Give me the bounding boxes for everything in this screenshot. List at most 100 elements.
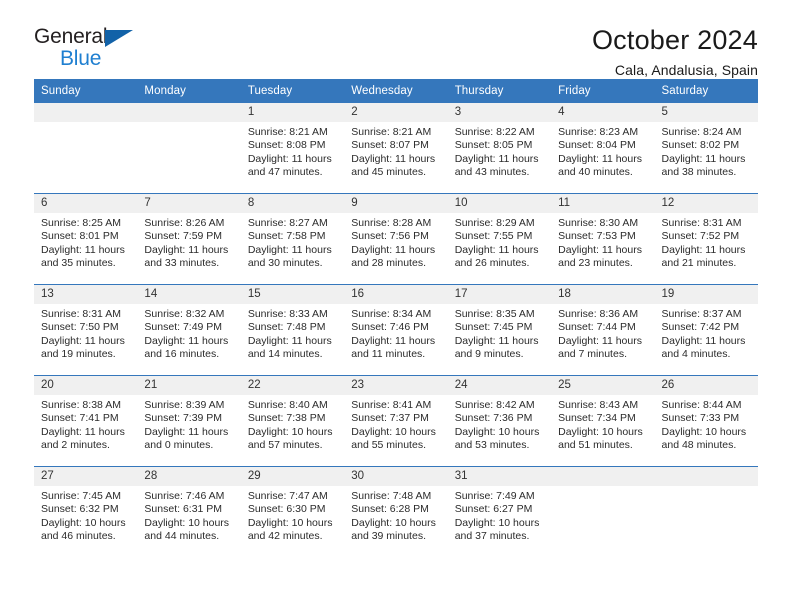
day-number: 18 bbox=[551, 285, 655, 304]
calendar-empty-cell bbox=[551, 466, 655, 557]
calendar-day-cell[interactable]: 27 Sunrise: 7:45 AM Sunset: 6:32 PM Dayligh… bbox=[34, 466, 138, 557]
calendar-day-cell[interactable]: 31 Sunrise: 7:49 AM Sunset: 6:27 PM Dayligh… bbox=[447, 466, 552, 557]
day-details: Sunrise: 8:26 AM Sunset: 7:59 PM Daylight:… bbox=[137, 213, 240, 284]
calendar-empty-cell bbox=[34, 103, 138, 194]
day-details: Sunrise: 8:25 AM Sunset: 8:01 PM Daylight:… bbox=[34, 213, 137, 284]
calendar-day-cell[interactable]: 23 Sunrise: 8:41 AM Sunset: 7:37 PM Dayligh… bbox=[344, 375, 448, 467]
daylight-duration-line1: Daylight: 11 hours bbox=[144, 243, 229, 256]
calendar-day-cell[interactable]: 3 Sunrise: 8:22 AM Sunset: 8:05 PM Daylight… bbox=[447, 103, 552, 194]
logo-triangle-icon bbox=[105, 30, 133, 47]
day-details: Sunrise: 8:31 AM Sunset: 7:50 PM Daylight:… bbox=[34, 304, 137, 375]
sunset-time: Sunset: 8:01 PM bbox=[41, 230, 119, 243]
daylight-duration-line1: Daylight: 11 hours bbox=[661, 152, 746, 165]
day-number: 2 bbox=[344, 103, 448, 122]
calendar-day-cell[interactable]: 1 Sunrise: 8:21 AM Sunset: 8:08 PM Daylight… bbox=[240, 103, 345, 194]
daylight-duration-line2: and 26 minutes. bbox=[454, 257, 530, 270]
daylight-duration-line2: and 16 minutes. bbox=[144, 348, 220, 361]
sunrise-time: Sunrise: 8:42 AM bbox=[454, 399, 535, 411]
weekday-header-row: Sunday Monday Tuesday Wednesday Thursday… bbox=[34, 79, 758, 103]
sunset-time: Sunset: 8:08 PM bbox=[247, 139, 326, 152]
day-number: 30 bbox=[344, 467, 448, 486]
daylight-duration-line1: Daylight: 10 hours bbox=[41, 516, 126, 529]
sunrise-time: Sunrise: 8:44 AM bbox=[661, 399, 742, 411]
calendar-day-cell[interactable]: 13 Sunrise: 8:31 AM Sunset: 7:50 PM Dayligh… bbox=[34, 284, 138, 376]
sunrise-time: Sunrise: 8:27 AM bbox=[247, 217, 328, 229]
calendar-day-cell[interactable]: 18 Sunrise: 8:36 AM Sunset: 7:44 PM Dayligh… bbox=[551, 284, 655, 376]
day-details: Sunrise: 8:43 AM Sunset: 7:34 PM Daylight:… bbox=[551, 395, 654, 466]
day-details: Sunrise: 8:28 AM Sunset: 7:56 PM Daylight:… bbox=[344, 213, 447, 284]
sunrise-time: Sunrise: 8:31 AM bbox=[661, 217, 742, 229]
sunrise-sunset-calendar: Sunday Monday Tuesday Wednesday Thursday… bbox=[34, 79, 758, 557]
day-number: 5 bbox=[654, 103, 758, 122]
daylight-duration-line1: Daylight: 11 hours bbox=[41, 425, 125, 438]
day-details: Sunrise: 8:27 AM Sunset: 7:58 PM Daylight:… bbox=[241, 213, 344, 284]
calendar-page: General Blue October 2024 Cala, Andalusi… bbox=[0, 0, 792, 612]
calendar-day-cell[interactable]: 12 Sunrise: 8:31 AM Sunset: 7:52 PM Dayligh… bbox=[654, 193, 758, 285]
sunset-time: Sunset: 8:02 PM bbox=[661, 139, 740, 152]
calendar-day-cell[interactable]: 26 Sunrise: 8:44 AM Sunset: 7:33 PM Dayligh… bbox=[654, 375, 758, 467]
day-details: Sunrise: 8:23 AM Sunset: 8:04 PM Daylight:… bbox=[551, 122, 654, 193]
daylight-duration-line2: and 30 minutes. bbox=[247, 257, 323, 270]
daylight-duration-line1: Daylight: 10 hours bbox=[661, 425, 747, 438]
calendar-day-cell[interactable]: 21 Sunrise: 8:39 AM Sunset: 7:39 PM Dayligh… bbox=[137, 375, 241, 467]
calendar-day-cell[interactable]: 28 Sunrise: 7:46 AM Sunset: 6:31 PM Dayligh… bbox=[137, 466, 241, 557]
weekday-header-friday: Friday bbox=[551, 79, 655, 103]
calendar-day-cell[interactable]: 14 Sunrise: 8:32 AM Sunset: 7:49 PM Dayligh… bbox=[137, 284, 241, 376]
day-number: 26 bbox=[654, 376, 758, 395]
calendar-day-cell[interactable]: 15 Sunrise: 8:33 AM Sunset: 7:48 PM Dayligh… bbox=[240, 284, 345, 376]
sunset-time: Sunset: 8:07 PM bbox=[351, 139, 429, 152]
daylight-duration-line1: Daylight: 10 hours bbox=[351, 516, 436, 529]
daylight-duration-line2: and 42 minutes. bbox=[247, 530, 323, 543]
calendar-day-cell[interactable]: 16 Sunrise: 8:34 AM Sunset: 7:46 PM Dayligh… bbox=[344, 284, 448, 376]
day-number: 19 bbox=[654, 285, 758, 304]
day-number: 6 bbox=[34, 194, 138, 213]
day-number: 10 bbox=[447, 194, 552, 213]
sunrise-time: Sunrise: 8:33 AM bbox=[247, 308, 328, 320]
calendar-day-cell[interactable]: 19 Sunrise: 8:37 AM Sunset: 7:42 PM Dayligh… bbox=[654, 284, 758, 376]
calendar-day-cell[interactable]: 11 Sunrise: 8:30 AM Sunset: 7:53 PM Dayligh… bbox=[551, 193, 655, 285]
calendar-day-cell[interactable]: 5 Sunrise: 8:24 AM Sunset: 8:02 PM Daylight… bbox=[654, 103, 758, 194]
calendar-day-cell[interactable]: 9 Sunrise: 8:28 AM Sunset: 7:56 PM Daylight… bbox=[344, 193, 448, 285]
daylight-duration-line2: and 7 minutes. bbox=[558, 348, 627, 361]
calendar-empty-cell bbox=[137, 103, 241, 194]
daylight-duration-line2: and 4 minutes. bbox=[661, 348, 731, 361]
day-number bbox=[34, 103, 138, 122]
daylight-duration-line1: Daylight: 11 hours bbox=[661, 243, 746, 256]
calendar-day-cell[interactable]: 10 Sunrise: 8:29 AM Sunset: 7:55 PM Dayligh… bbox=[447, 193, 552, 285]
calendar-day-cell[interactable]: 4 Sunrise: 8:23 AM Sunset: 8:04 PM Daylight… bbox=[551, 103, 655, 194]
daylight-duration-line2: and 33 minutes. bbox=[144, 257, 220, 270]
day-details: Sunrise: 8:21 AM Sunset: 8:07 PM Daylight:… bbox=[344, 122, 447, 193]
daylight-duration-line1: Daylight: 10 hours bbox=[454, 516, 540, 529]
sunset-time: Sunset: 8:04 PM bbox=[558, 139, 636, 152]
calendar-day-cell[interactable]: 25 Sunrise: 8:43 AM Sunset: 7:34 PM Dayligh… bbox=[551, 375, 655, 467]
day-number: 16 bbox=[344, 285, 448, 304]
daylight-duration-line1: Daylight: 11 hours bbox=[247, 334, 332, 347]
sunset-time: Sunset: 7:37 PM bbox=[351, 412, 429, 425]
sunset-time: Sunset: 6:32 PM bbox=[41, 503, 119, 516]
calendar-day-cell[interactable]: 20 Sunrise: 8:38 AM Sunset: 7:41 PM Dayligh… bbox=[34, 375, 138, 467]
calendar-day-cell[interactable]: 7 Sunrise: 8:26 AM Sunset: 7:59 PM Daylight… bbox=[137, 193, 241, 285]
calendar-day-cell[interactable]: 2 Sunrise: 8:21 AM Sunset: 8:07 PM Daylight… bbox=[344, 103, 448, 194]
day-number: 3 bbox=[447, 103, 552, 122]
day-details bbox=[34, 122, 137, 193]
daylight-duration-line2: and 2 minutes. bbox=[41, 439, 110, 452]
calendar-day-cell[interactable]: 6 Sunrise: 8:25 AM Sunset: 8:01 PM Daylight… bbox=[34, 193, 138, 285]
calendar-week-row: 27 Sunrise: 7:45 AM Sunset: 6:32 PM Dayligh… bbox=[34, 466, 758, 557]
daylight-duration-line2: and 21 minutes. bbox=[661, 257, 737, 270]
sunrise-time: Sunrise: 8:35 AM bbox=[454, 308, 535, 320]
daylight-duration-line1: Daylight: 10 hours bbox=[351, 425, 436, 438]
calendar-day-cell[interactable]: 30 Sunrise: 7:48 AM Sunset: 6:28 PM Dayligh… bbox=[344, 466, 448, 557]
day-number: 25 bbox=[551, 376, 655, 395]
sunset-time: Sunset: 7:55 PM bbox=[454, 230, 533, 243]
day-number: 14 bbox=[137, 285, 241, 304]
calendar-day-cell[interactable]: 8 Sunrise: 8:27 AM Sunset: 7:58 PM Daylight… bbox=[240, 193, 345, 285]
sunrise-time: Sunrise: 8:22 AM bbox=[454, 126, 535, 138]
calendar-day-cell[interactable]: 17 Sunrise: 8:35 AM Sunset: 7:45 PM Dayligh… bbox=[447, 284, 552, 376]
daylight-duration-line2: and 48 minutes. bbox=[661, 439, 737, 452]
daylight-duration-line1: Daylight: 11 hours bbox=[144, 425, 229, 438]
calendar-day-cell[interactable]: 24 Sunrise: 8:42 AM Sunset: 7:36 PM Dayligh… bbox=[447, 375, 552, 467]
daylight-duration-line2: and 23 minutes. bbox=[558, 257, 633, 270]
calendar-day-cell[interactable]: 29 Sunrise: 7:47 AM Sunset: 6:30 PM Dayligh… bbox=[240, 466, 345, 557]
day-details: Sunrise: 8:35 AM Sunset: 7:45 PM Daylight:… bbox=[448, 304, 551, 375]
calendar-day-cell[interactable]: 22 Sunrise: 8:40 AM Sunset: 7:38 PM Dayligh… bbox=[240, 375, 345, 467]
